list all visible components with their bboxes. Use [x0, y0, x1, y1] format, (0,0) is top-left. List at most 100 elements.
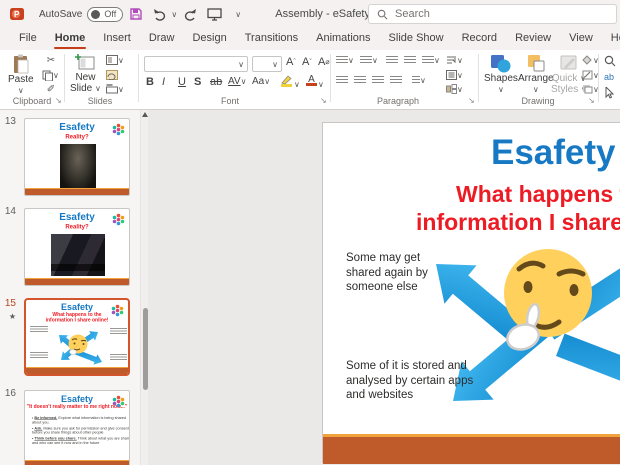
- toggle-knob-icon: [91, 9, 101, 19]
- convert-smartart-button[interactable]: ∨: [446, 84, 463, 94]
- font-dialog-launcher-icon[interactable]: ↘: [320, 96, 327, 105]
- slide-title-text[interactable]: Esafety: [491, 133, 616, 173]
- reset-icon: [106, 70, 118, 80]
- section-icon: [106, 84, 118, 94]
- align-center-button[interactable]: [354, 76, 366, 85]
- redo-icon: [185, 8, 197, 21]
- text-direction-button[interactable]: ∨: [446, 55, 463, 65]
- tab-design[interactable]: Design: [183, 28, 235, 50]
- paragraph-dialog-launcher-icon[interactable]: ↘: [468, 96, 475, 105]
- columns-button[interactable]: ∨: [412, 76, 426, 85]
- underline-button[interactable]: U: [178, 76, 186, 88]
- slide-textblock-1[interactable]: Some may get shared again by someone else: [346, 251, 428, 295]
- italic-button[interactable]: I: [162, 76, 165, 88]
- strikethrough-button[interactable]: ab: [210, 76, 222, 88]
- highlight-dropdown-icon[interactable]: ∨: [294, 80, 300, 89]
- select-button[interactable]: [604, 87, 614, 99]
- shape-outline-button[interactable]: ∨: [582, 70, 599, 80]
- font-color-button[interactable]: A: [306, 75, 317, 86]
- autosave-control[interactable]: AutoSave Off: [39, 6, 124, 22]
- arrange-button[interactable]: Arrange ∨: [518, 54, 554, 95]
- bullets-button[interactable]: ∨: [336, 56, 354, 65]
- slide-heading-line1[interactable]: What happens to the: [456, 181, 620, 208]
- autosave-toggle[interactable]: Off: [87, 6, 124, 22]
- font-name-combo[interactable]: ∨: [144, 56, 248, 72]
- scrollbar-thumb[interactable]: [142, 308, 148, 390]
- format-painter-button[interactable]: ✐: [44, 84, 58, 95]
- group-divider: [64, 54, 65, 102]
- slide-15-thumbnail-selected[interactable]: Esafety What happens to the information I…: [24, 298, 130, 376]
- tab-animations[interactable]: Animations: [307, 28, 379, 50]
- bold-button[interactable]: B: [146, 76, 154, 88]
- align-right-button[interactable]: [372, 76, 384, 85]
- new-slide-button[interactable]: New Slide ∨: [70, 54, 101, 94]
- quick-access-overflow-icon[interactable]: ∨: [227, 3, 249, 25]
- slide-13-number: 13: [4, 116, 16, 127]
- drawing-dialog-launcher-icon[interactable]: ↘: [588, 96, 595, 105]
- shape-fill-button[interactable]: ∨: [582, 55, 599, 65]
- font-size-combo[interactable]: ∨: [252, 56, 282, 72]
- shrink-font-button[interactable]: Aˇ: [302, 56, 312, 68]
- slide-textblock-2[interactable]: Some of it is stored and analysed by cert…: [346, 359, 473, 403]
- numbering-button[interactable]: ∨: [360, 56, 378, 65]
- tab-home[interactable]: Home: [46, 28, 95, 50]
- search-placeholder: Search: [395, 8, 430, 20]
- align-left-button[interactable]: [336, 76, 348, 85]
- tab-insert[interactable]: Insert: [94, 28, 140, 50]
- reset-slide-button[interactable]: [106, 70, 118, 80]
- tab-record[interactable]: Record: [453, 28, 506, 50]
- slide-thumbnail-panel: 13 Esafety Reality? 14 Esafety Reality? …: [0, 110, 140, 465]
- slide-heading-line2[interactable]: information I share online!: [416, 209, 620, 236]
- justify-button[interactable]: [390, 76, 402, 85]
- increase-indent-button[interactable]: [404, 56, 416, 65]
- tab-help[interactable]: Help: [602, 28, 620, 50]
- tab-view[interactable]: View: [560, 28, 602, 50]
- clear-formatting-button[interactable]: A ⌀: [318, 56, 330, 68]
- group-divider: [138, 54, 139, 102]
- slide-canvas[interactable]: Esafety What happens to the information …: [322, 122, 620, 464]
- slide-13-thumbnail[interactable]: Esafety Reality?: [24, 118, 130, 196]
- save-button[interactable]: [125, 3, 147, 25]
- slide-workspace: Esafety What happens to the information …: [148, 110, 620, 465]
- start-slideshow-button[interactable]: [203, 3, 225, 25]
- tab-transitions[interactable]: Transitions: [236, 28, 307, 50]
- line-spacing-button[interactable]: ∨: [422, 56, 440, 65]
- section-button[interactable]: ∨: [106, 84, 124, 94]
- layout-icon: [106, 55, 118, 65]
- slideshow-monitor-icon: [207, 7, 222, 21]
- shadow-button[interactable]: S: [194, 76, 201, 88]
- tab-slideshow[interactable]: Slide Show: [380, 28, 453, 50]
- find-button[interactable]: [604, 55, 616, 67]
- change-case-button[interactable]: Aa ∨: [252, 76, 270, 87]
- font-name-dropdown-icon: ∨: [238, 59, 244, 69]
- replace-button[interactable]: ab: [604, 72, 614, 82]
- align-text-button[interactable]: ∨: [446, 70, 463, 80]
- highlight-color-button[interactable]: [280, 75, 292, 87]
- slide-15-number: 15: [4, 298, 16, 309]
- tab-draw[interactable]: Draw: [140, 28, 184, 50]
- grow-font-button[interactable]: Aˆ: [286, 56, 296, 68]
- slide-layout-button[interactable]: ∨: [106, 55, 124, 65]
- paste-button[interactable]: Paste ∨: [8, 54, 34, 96]
- autosave-state: Off: [104, 9, 117, 19]
- shapes-button[interactable]: Shapes ∨: [484, 54, 518, 95]
- slide-16-thumbnail[interactable]: Esafety "It doesn't really matter to me …: [24, 390, 130, 465]
- decrease-indent-button[interactable]: [386, 56, 398, 65]
- clipboard-dialog-launcher-icon[interactable]: ↘: [55, 96, 62, 105]
- tab-review[interactable]: Review: [506, 28, 560, 50]
- tab-file[interactable]: File: [10, 28, 46, 50]
- thumbnail-scrollbar[interactable]: [140, 110, 148, 465]
- school-logo-icon: [111, 304, 124, 317]
- thumb16-bullet-3: • Think before you share. Think about wh…: [32, 436, 130, 445]
- cut-button[interactable]: ✂: [44, 55, 58, 66]
- undo-dropdown-icon[interactable]: ∨: [171, 10, 177, 19]
- character-spacing-button[interactable]: AV ∨: [228, 76, 246, 87]
- fontcolor-dropdown-icon[interactable]: ∨: [318, 80, 324, 89]
- undo-button[interactable]: [149, 3, 171, 25]
- copy-button[interactable]: ∨: [42, 70, 59, 81]
- redo-button[interactable]: [179, 3, 201, 25]
- slide-14-number: 14: [4, 206, 16, 217]
- shape-effects-button[interactable]: ∨: [582, 84, 599, 94]
- slide-14-thumbnail[interactable]: Esafety Reality?: [24, 208, 130, 286]
- search-input[interactable]: Search: [368, 4, 617, 24]
